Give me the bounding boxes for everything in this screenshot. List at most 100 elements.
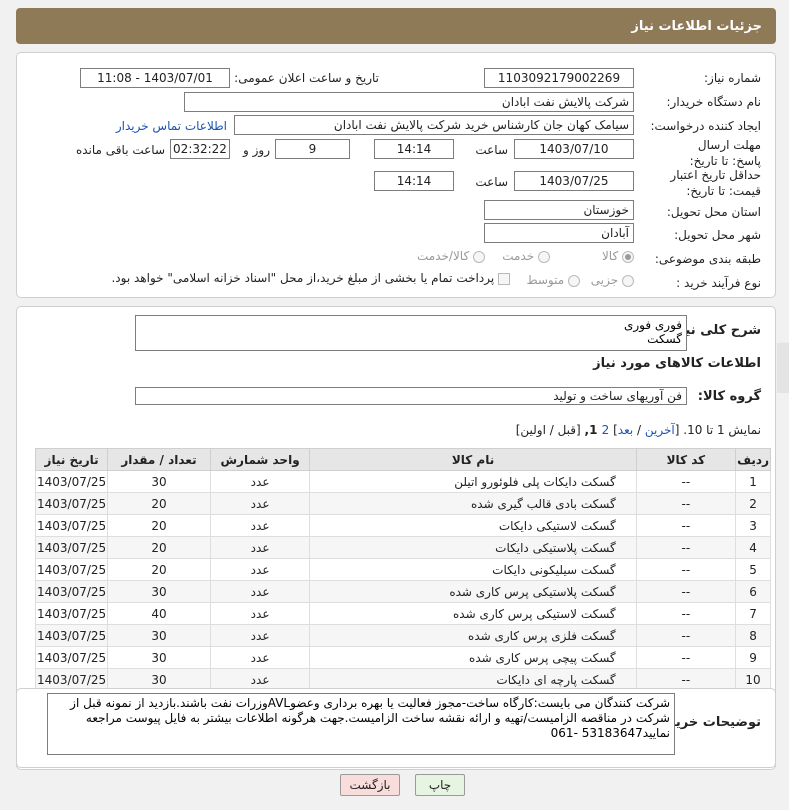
page-title: جزئیات اطلاعات نیاز (631, 18, 762, 34)
cell-item-name: گسکت لاستیکی پرس کاری شده (309, 602, 637, 625)
pagination-last-link[interactable]: آخرین (645, 423, 675, 437)
province-field[interactable]: خوزستان (484, 200, 634, 220)
cell-quantity: 30 (107, 624, 211, 647)
cell-item-code: -- (635, 646, 737, 669)
cell-row-number: 1 (735, 470, 771, 493)
buyer-org-field[interactable]: شرکت پالایش نفت ابادان (184, 92, 634, 112)
radio-icon[interactable] (568, 274, 580, 287)
cell-quantity: 20 (107, 536, 211, 559)
category-option-service[interactable]: خدمت (502, 249, 550, 263)
cell-row-number: 2 (735, 492, 771, 515)
cell-unit: عدد (209, 558, 311, 581)
cell-item-code: -- (635, 624, 737, 647)
cell-item-name: گسکت سیلیکونی دایکات (309, 558, 637, 581)
back-button[interactable]: بازگشت (340, 774, 400, 796)
cell-unit: عدد (209, 536, 311, 559)
radio-icon[interactable] (538, 250, 550, 263)
price-validity-time[interactable]: 14:14 (374, 171, 454, 191)
table-header-row: ردیف کد کالا نام کالا واحد شمارش تعداد /… (34, 448, 771, 471)
goods-group-label: گروه کالا: (697, 389, 761, 404)
cell-row-number: 9 (735, 646, 771, 669)
cell-quantity: 20 (107, 492, 211, 515)
cell-item-name: گسکت پلاستیکی دایکات (309, 536, 637, 559)
cell-item-name: گسکت پیچی پرس کاری شده (309, 646, 637, 669)
buyer-contact-link[interactable]: اطلاعات تماس خریدار (116, 119, 227, 133)
cell-need-date: 1403/07/25 (34, 514, 109, 537)
remaining-label: ساعت باقی مانده (75, 143, 165, 157)
cell-need-date: 1403/07/25 (34, 624, 109, 647)
requester-label: ایجاد کننده درخواست: (650, 119, 761, 133)
cell-item-code: -- (635, 492, 737, 515)
cell-quantity: 40 (107, 602, 211, 625)
cell-item-name: گسکت فلزی پرس کاری شده (309, 624, 637, 647)
cell-unit: عدد (209, 646, 311, 669)
cell-item-code: -- (635, 470, 737, 493)
checkbox-icon[interactable] (498, 272, 510, 285)
cell-item-code: -- (635, 602, 737, 625)
category-option-goods-service[interactable]: کالا/خدمت (417, 249, 485, 263)
goods-group-field[interactable]: فن آوریهای ساخت و تولید (135, 387, 687, 405)
cell-need-date: 1403/07/25 (34, 558, 109, 581)
reply-deadline-days[interactable]: 9 (275, 139, 350, 159)
announce-datetime-field[interactable]: 1403/07/01 - 11:08 (80, 68, 230, 88)
table-row[interactable]: 7 -- گسکت لاستیکی پرس کاری شده عدد 40 1403/07… (34, 602, 771, 625)
col-name-header: نام کالا (309, 448, 637, 471)
category-option-goods[interactable]: کالا (602, 249, 634, 263)
pagination-text: نمایش 1 تا 10. [ (674, 423, 761, 437)
need-number-field[interactable]: 1103092179002269 (484, 68, 634, 88)
need-desc-field[interactable]: فوری فوری گسکت (135, 315, 687, 351)
pagination-next-link[interactable]: بعد (618, 423, 633, 437)
radio-icon[interactable] (473, 250, 485, 263)
cell-quantity: 20 (107, 558, 211, 581)
cell-item-code: -- (635, 580, 737, 603)
print-button[interactable]: چاپ (415, 774, 465, 796)
general-info-panel: AriaTender.neT شماره نیاز: 1103092179002… (16, 52, 789, 415)
pagination-current-page: 1, (584, 423, 602, 437)
pagination-prev-first: [قبل / اولین] (515, 423, 585, 437)
cell-unit: عدد (209, 470, 311, 493)
cell-quantity: 30 (107, 580, 211, 603)
reply-deadline-time[interactable]: 14:14 (374, 139, 454, 159)
cell-need-date: 1403/07/25 (34, 646, 109, 669)
price-validity-time-label: ساعت (475, 175, 508, 189)
remaining-time[interactable]: 02:32:22 (170, 139, 230, 159)
table-row[interactable]: 1 -- گسکت دایکات پلی فلوئورو اتیلن عدد 30 140… (34, 470, 771, 493)
col-date-header: تاریخ نیاز (34, 448, 109, 471)
table-row[interactable]: 3 -- گسکت لاستیکی دایکات عدد 20 1403/07/25 (34, 514, 771, 537)
reply-deadline-date[interactable]: 1403/07/10 (514, 139, 634, 159)
radio-icon-selected[interactable] (622, 250, 634, 263)
cell-row-number: 7 (735, 602, 771, 625)
cell-item-code: -- (635, 514, 737, 537)
cell-need-date: 1403/07/25 (34, 580, 109, 603)
table-row[interactable]: 6 -- گسکت پلاستیکی پرس کاری شده عدد 30 1403/0… (34, 580, 771, 603)
table-row[interactable]: 5 -- گسکت سیلیکونی دایکات عدد 20 1403/07/25 (34, 558, 771, 581)
table-row[interactable]: 2 -- گسکت بادی قالب گیری شده عدد 20 1403/07/2… (34, 492, 771, 515)
payment-option[interactable]: پرداخت تمام یا بخشی از مبلغ خرید،از محل … (111, 271, 510, 285)
table-row[interactable]: 4 -- گسکت پلاستیکی دایکات عدد 20 1403/07/25 (34, 536, 771, 559)
cell-need-date: 1403/07/25 (34, 470, 109, 493)
city-field[interactable]: آبادان (484, 223, 634, 243)
table-row[interactable]: 9 -- گسکت پیچی پرس کاری شده عدد 30 1403/07/25 (34, 646, 771, 669)
page-header: جزئیات اطلاعات نیاز (16, 8, 776, 44)
cell-item-code: -- (635, 558, 737, 581)
cell-item-name: گسکت بادی قالب گیری شده (309, 492, 637, 515)
buyer-org-label: نام دستگاه خریدار: (666, 95, 762, 109)
process-option-minor[interactable]: جزیی (591, 273, 634, 287)
price-validity-date[interactable]: 1403/07/25 (514, 171, 634, 191)
items-table: ردیف کد کالا نام کالا واحد شمارش تعداد /… (34, 448, 771, 691)
process-option-medium[interactable]: متوسط (526, 273, 580, 287)
pagination-separator: ] (609, 423, 618, 437)
buyer-notes-field[interactable]: شرکت کنندگان می بایست:کارگاه ساخت-مجوز ف… (47, 693, 675, 755)
col-qty-header: تعداد / مقدار (107, 448, 211, 471)
process-label: نوع فرآیند خرید : (676, 276, 761, 290)
radio-icon[interactable] (622, 274, 634, 287)
table-row[interactable]: 8 -- گسکت فلزی پرس کاری شده عدد 30 1403/07/25 (34, 624, 771, 647)
cell-quantity: 30 (107, 646, 211, 669)
reply-deadline-label: مهلت ارسال پاسخ: تا تاریخ: (689, 138, 761, 168)
cell-item-code: -- (635, 536, 737, 559)
pagination-separator: / (633, 423, 645, 437)
cell-item-name: گسکت پلاستیکی پرس کاری شده (309, 580, 637, 603)
cell-row-number: 5 (735, 558, 771, 581)
cell-unit: عدد (209, 580, 311, 603)
requester-field[interactable]: سیامک کهان جان کارشناس خرید شرکت پالایش … (234, 115, 634, 135)
